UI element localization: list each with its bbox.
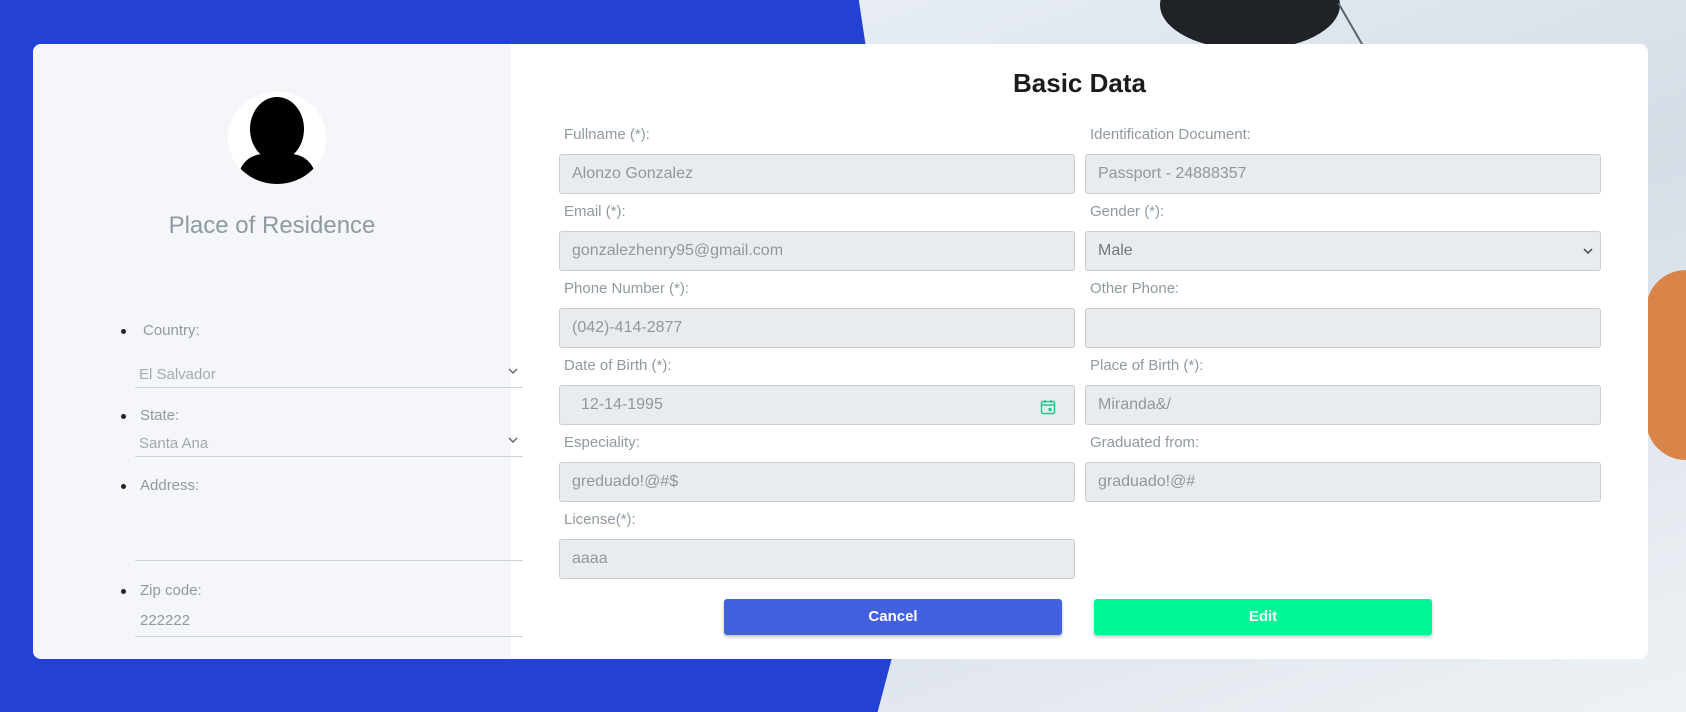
phone-label: Phone Number (*): — [564, 280, 690, 297]
dob-field: Date of Birth (*): 12-14-1995 — [559, 357, 1075, 425]
list-bullet — [121, 329, 126, 334]
email-input[interactable]: gonzalezhenry95@gmail.com — [559, 231, 1075, 271]
form-title: Basic Data — [1013, 68, 1146, 98]
list-bullet — [121, 414, 126, 419]
fullname-field: Fullname (*): Alonzo Gonzalez — [559, 126, 1075, 194]
dob-input[interactable]: 12-14-1995 — [559, 385, 1075, 425]
other-phone-field: Other Phone: — [1085, 280, 1601, 348]
id-doc-field: Identification Document: Passport - 2488… — [1085, 126, 1601, 194]
zip-value[interactable]: 222222 — [140, 612, 190, 629]
address-label: Address: — [140, 477, 200, 494]
list-bullet — [121, 589, 126, 594]
state-value: Santa Ana — [139, 435, 209, 452]
especiality-field: Especiality: greduado!@#$ — [559, 434, 1075, 502]
license-field: License(*): aaaa — [559, 511, 1075, 579]
background-hand — [1646, 270, 1686, 460]
edit-button[interactable]: Edit — [1094, 599, 1432, 635]
calendar-icon[interactable] — [1040, 399, 1056, 415]
license-input[interactable]: aaaa — [559, 539, 1075, 579]
especiality-label: Especiality: — [564, 434, 640, 451]
dob-value: 12-14-1995 — [581, 396, 663, 413]
pob-label: Place of Birth (*): — [1090, 357, 1204, 374]
phone-input[interactable]: (042)-414-2877 — [559, 308, 1075, 348]
residence-panel: Place of Residence Country: El Salvador … — [33, 44, 523, 659]
id-doc-input[interactable]: Passport - 24888357 — [1085, 154, 1601, 194]
country-select[interactable]: El Salvador — [135, 362, 523, 388]
gender-field: Gender (*): Male — [1085, 203, 1601, 271]
profile-card: Place of Residence Country: El Salvador … — [33, 44, 1648, 659]
state-select[interactable]: Santa Ana — [135, 431, 523, 457]
state-label: State: — [140, 407, 180, 424]
dob-label: Date of Birth (*): — [564, 357, 672, 374]
gender-select[interactable]: Male — [1085, 231, 1601, 271]
basic-data-form: Basic Data Fullname (*): Alonzo Gonzalez… — [511, 44, 1648, 659]
graduated-input[interactable]: graduado!@# — [1085, 462, 1601, 502]
graduated-field: Graduated from: graduado!@# — [1085, 434, 1601, 502]
user-silhouette-icon — [228, 92, 326, 184]
pob-input[interactable]: Miranda&/ — [1085, 385, 1601, 425]
country-value: El Salvador — [139, 366, 216, 383]
email-field: Email (*): gonzalezhenry95@gmail.com — [559, 203, 1075, 271]
zip-underline — [135, 636, 523, 637]
cancel-button[interactable]: Cancel — [724, 599, 1062, 635]
id-doc-label: Identification Document: — [1090, 126, 1251, 143]
fullname-input[interactable]: Alonzo Gonzalez — [559, 154, 1075, 194]
zip-label: Zip code: — [140, 582, 202, 599]
especiality-input[interactable]: greduado!@#$ — [559, 462, 1075, 502]
list-bullet — [121, 484, 126, 489]
fullname-label: Fullname (*): — [564, 126, 650, 143]
other-phone-input[interactable] — [1085, 308, 1601, 348]
other-phone-label: Other Phone: — [1090, 280, 1180, 297]
gender-value: Male — [1098, 242, 1133, 259]
address-input[interactable] — [135, 560, 523, 561]
email-label: Email (*): — [564, 203, 626, 220]
chevron-down-icon — [1583, 248, 1593, 255]
gender-label: Gender (*): — [1090, 203, 1165, 220]
license-label: License(*): — [564, 511, 636, 528]
residence-title: Place of Residence — [168, 212, 376, 239]
graduated-label: Graduated from: — [1090, 434, 1200, 451]
pob-field: Place of Birth (*): Miranda&/ — [1085, 357, 1601, 425]
country-label: Country: — [143, 322, 200, 339]
phone-field: Phone Number (*): (042)-414-2877 — [559, 280, 1075, 348]
